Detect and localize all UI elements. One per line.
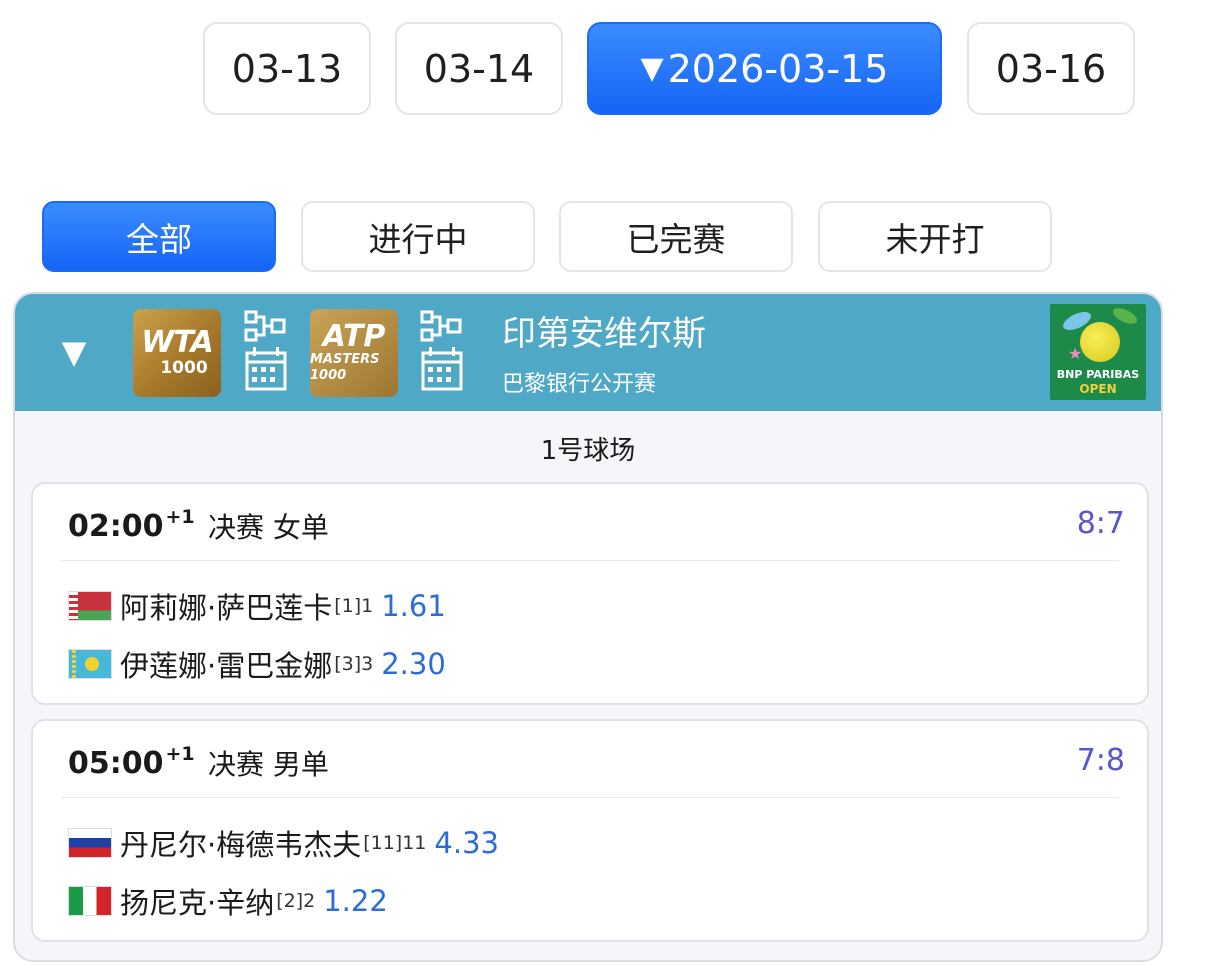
player-name: 阿莉娜·萨巴莲卡 xyxy=(120,591,333,625)
player-odds: 1.61 xyxy=(381,589,446,623)
player-name: 伊莲娜·雷巴金娜 xyxy=(120,649,333,683)
match-time-value: 02:00 xyxy=(68,509,164,544)
match-round: 决赛 女单 xyxy=(208,506,329,546)
court-title: 1号球场 xyxy=(540,436,636,466)
player-row[interactable]: 阿莉娜·萨巴莲卡 [1]1 1.61 xyxy=(68,586,446,626)
tournament-subtitle: 巴黎银行公开赛 xyxy=(502,372,657,397)
atp-badge-text: ATP xyxy=(322,319,386,354)
match-score[interactable]: 8:7 xyxy=(1077,506,1125,541)
collapse-triangle-icon[interactable]: ▼ xyxy=(57,334,91,370)
filter-label: 未开打 xyxy=(885,219,985,259)
filter-label: 全部 xyxy=(126,219,192,259)
player-odds: 4.33 xyxy=(434,826,499,860)
date-tab-label: 2026-03-15 xyxy=(667,46,889,91)
filter-label: 已完赛 xyxy=(626,219,726,259)
player-row[interactable]: 丹尼尔·梅德韦杰夫 [11]11 4.33 xyxy=(68,823,499,863)
filter-label: 进行中 xyxy=(368,219,468,259)
kazakhstan-flag-icon xyxy=(68,649,112,679)
date-tab-2026-03-15[interactable]: ▼ 2026-03-15 xyxy=(587,22,942,115)
match-time: 02:00 +1 xyxy=(68,506,195,544)
filter-finished[interactable]: 已完赛 xyxy=(559,201,793,272)
dropdown-triangle-icon: ▼ xyxy=(640,51,664,86)
player-seed: [11]11 xyxy=(363,832,427,854)
bracket-calendar-icon[interactable] xyxy=(244,309,290,397)
tournament-header[interactable]: ▼ WTA 1000 ATP MASTERS 1000 印第安维尔斯 巴黎银行公… xyxy=(15,294,1161,411)
player-row[interactable]: 伊莲娜·雷巴金娜 [3]3 2.30 xyxy=(68,644,446,684)
atp-badge-level: MASTERS 1000 xyxy=(310,352,380,383)
logo-text-line1: BNP PARIBAS xyxy=(1056,368,1140,381)
event-label: 女单 xyxy=(272,511,329,544)
divider xyxy=(61,560,1119,561)
player-seed: [3]3 xyxy=(334,653,374,675)
date-tab-03-14[interactable]: 03-14 xyxy=(395,22,563,115)
match-time-value: 05:00 xyxy=(68,746,164,781)
player-row[interactable]: 扬尼克·辛纳 [2]2 1.22 xyxy=(68,881,388,921)
player-odds: 1.22 xyxy=(323,884,388,918)
star-icon: ★ xyxy=(1068,344,1083,363)
date-tab-03-16[interactable]: 03-16 xyxy=(967,22,1135,115)
player-seed: [1]1 xyxy=(334,595,374,617)
filter-upcoming[interactable]: 未开打 xyxy=(818,201,1052,272)
day-offset: +1 xyxy=(165,506,195,528)
date-tab-label: 03-16 xyxy=(995,46,1107,91)
atp-masters-1000-badge: ATP MASTERS 1000 xyxy=(310,309,398,397)
logo-text-line2: OPEN xyxy=(1079,382,1117,396)
bracket-calendar-icon[interactable] xyxy=(420,309,466,397)
player-odds: 2.30 xyxy=(381,647,446,681)
match-card[interactable]: 02:00 +1 决赛 女单 8:7 阿莉娜·萨巴莲卡 [1]1 1.61 伊莲娜… xyxy=(31,482,1149,705)
wta-badge-level: 1000 xyxy=(160,358,208,378)
player-name: 扬尼克·辛纳 xyxy=(120,886,275,920)
day-offset: +1 xyxy=(165,743,195,765)
tournament-panel: ▼ WTA 1000 ATP MASTERS 1000 印第安维尔斯 巴黎银行公… xyxy=(13,292,1163,962)
event-label: 男单 xyxy=(272,748,329,781)
player-seed: [2]2 xyxy=(276,890,316,912)
match-round: 决赛 男单 xyxy=(208,743,329,783)
round-label: 决赛 xyxy=(208,511,265,544)
tournament-name: 印第安维尔斯 xyxy=(502,314,706,354)
divider xyxy=(61,797,1119,798)
filter-all[interactable]: 全部 xyxy=(42,201,276,272)
match-card[interactable]: 05:00 +1 决赛 男单 7:8 丹尼尔·梅德韦杰夫 [11]11 4.33 … xyxy=(31,719,1149,942)
filter-live[interactable]: 进行中 xyxy=(301,201,535,272)
wta-1000-badge: WTA 1000 xyxy=(133,309,221,397)
russia-flag-icon xyxy=(68,828,112,858)
italy-flag-icon xyxy=(68,886,112,916)
wta-badge-text: WTA xyxy=(141,325,213,360)
player-name: 丹尼尔·梅德韦杰夫 xyxy=(120,828,362,862)
round-label: 决赛 xyxy=(208,748,265,781)
match-time: 05:00 +1 xyxy=(68,743,195,781)
belarus-flag-icon xyxy=(68,591,112,621)
match-score[interactable]: 7:8 xyxy=(1077,743,1125,778)
date-tab-label: 03-14 xyxy=(423,46,535,91)
bnp-paribas-open-logo: ★ BNP PARIBAS OPEN xyxy=(1050,304,1146,400)
tennis-ball-icon xyxy=(1080,322,1120,362)
date-tab-03-13[interactable]: 03-13 xyxy=(203,22,371,115)
date-tab-label: 03-13 xyxy=(231,46,343,91)
